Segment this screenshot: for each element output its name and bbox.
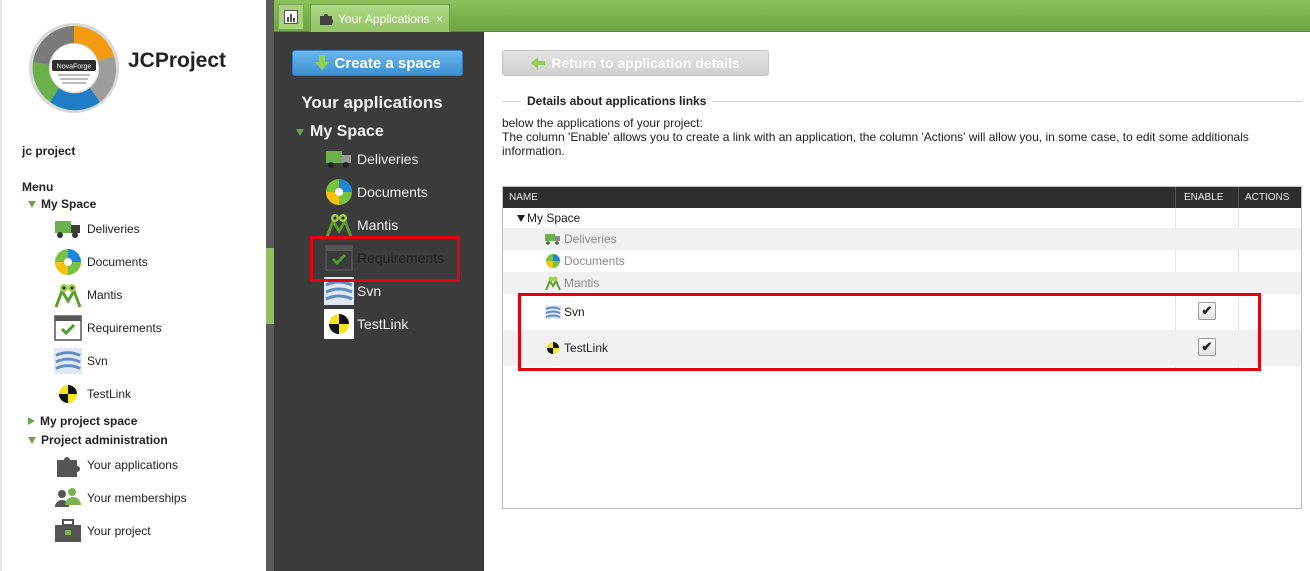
app-item-deliveries[interactable]: Deliveries — [324, 144, 418, 174]
flower-icon — [324, 177, 354, 207]
return-button-label: Return to application details — [551, 55, 740, 71]
app-item-label: TestLink — [357, 316, 409, 332]
sidebar-group-project-administration[interactable]: Project administration — [28, 433, 168, 447]
create-space-button[interactable]: Create a space — [292, 50, 463, 76]
logo-center-text: NovaForge — [57, 64, 92, 71]
sidebar-item-your-project[interactable]: Your project — [54, 516, 151, 546]
table-row[interactable]: Deliveries — [503, 228, 1301, 250]
expand-triangle-icon — [517, 214, 525, 222]
sidebar-item-mantis[interactable]: Mantis — [54, 280, 122, 310]
app-item-label: Svn — [357, 283, 382, 299]
row-name: Deliveries — [564, 232, 617, 246]
sidebar-group-label: Project administration — [41, 433, 168, 447]
sidebar-item-your-applications[interactable]: Your applications — [54, 450, 178, 480]
requirements-highlight-box — [310, 236, 460, 282]
sidebar-item-label: TestLink — [87, 387, 132, 401]
grid-header: NAME ENABLE ACTIONS — [503, 187, 1301, 208]
sidebar-item-label: Your applications — [87, 458, 178, 472]
sidebar-item-label: Mantis — [87, 288, 123, 302]
description-line: below the applications of your project: — [502, 116, 703, 130]
tab-label: Your Applications — [338, 11, 430, 26]
row-name: Documents — [564, 254, 625, 268]
app-item-documents[interactable]: Documents — [324, 177, 428, 207]
return-to-details-button[interactable]: Return to application details — [502, 50, 769, 76]
svn-icon — [54, 347, 82, 375]
collapsed-triangle-icon — [28, 417, 35, 425]
truck-icon — [324, 144, 354, 174]
truck-icon — [545, 231, 561, 247]
group-label: My Space — [527, 211, 581, 225]
sidebar-item-testlink[interactable]: TestLink — [54, 379, 131, 409]
create-space-label: Create a space — [334, 54, 441, 72]
briefcase-icon — [54, 517, 82, 545]
app-item-label: Mantis — [357, 217, 399, 233]
grid-group-my-space[interactable]: My Space — [503, 208, 1301, 228]
column-header-enable[interactable]: ENABLE — [1184, 187, 1223, 208]
flower-icon — [54, 248, 82, 276]
tab-dashboard[interactable] — [278, 4, 304, 30]
close-icon[interactable]: × — [436, 12, 443, 26]
fieldset-legend: Details about applications links — [521, 94, 713, 108]
sidebar-group-my-space[interactable]: My Space — [28, 197, 96, 211]
expand-triangle-icon — [28, 436, 36, 444]
row-name: Mantis — [564, 276, 600, 290]
novaforge-logo[interactable]: NovaForge — [28, 22, 120, 114]
sidebar-item-requirements[interactable]: Requirements — [54, 313, 162, 343]
testlink-icon — [324, 309, 354, 339]
app-item-testlink[interactable]: TestLink — [324, 309, 408, 339]
mantis-icon — [54, 281, 82, 309]
sidebar-group-label: My Space — [41, 197, 97, 211]
project-title: JCProject — [128, 49, 227, 72]
flower-icon — [545, 253, 561, 269]
table-row[interactable]: Mantis — [503, 272, 1301, 294]
sidebar-group-my-project-space[interactable]: My project space — [28, 414, 137, 428]
tab-your-applications[interactable]: Your Applications × — [310, 4, 450, 32]
description-line: The column 'Enable' allows you to create… — [502, 130, 1249, 158]
space-label: My Space — [310, 123, 384, 140]
sidebar: NovaForge JCProject jc project Menu My S… — [0, 0, 266, 571]
arrow-left-icon — [531, 57, 546, 69]
users-icon — [54, 484, 82, 512]
space-node-my-space[interactable]: My Space — [296, 123, 384, 141]
sidebar-item-documents[interactable]: Documents — [54, 247, 148, 277]
expand-triangle-icon — [296, 128, 304, 136]
table-row[interactable]: Documents — [503, 250, 1301, 272]
sidebar-item-svn[interactable]: Svn — [54, 346, 108, 376]
arrow-down-icon — [314, 55, 329, 70]
column-header-name[interactable]: NAME — [509, 187, 538, 208]
sidebar-item-label: Documents — [87, 255, 148, 269]
testlink-icon — [54, 380, 82, 408]
menu-title: Menu — [22, 180, 54, 194]
linked-rows-highlight-box — [518, 293, 1261, 371]
sidebar-item-label: Requirements — [87, 321, 162, 335]
panel-title: Your applications — [301, 93, 443, 112]
chart-icon — [284, 10, 298, 24]
app-item-label: Deliveries — [357, 151, 419, 167]
sidebar-group-label: My project space — [40, 414, 138, 428]
checklist-icon — [54, 314, 82, 342]
sidebar-item-label: Your project — [87, 524, 151, 538]
sidebar-item-deliveries[interactable]: Deliveries — [54, 214, 140, 244]
puzzle-icon — [320, 13, 333, 25]
sidebar-item-label: Svn — [87, 354, 108, 368]
mantis-icon — [545, 275, 561, 291]
tab-bar: Your Applications × — [274, 0, 1310, 32]
app-item-label: Documents — [357, 184, 428, 200]
sidebar-item-label: Your memberships — [87, 491, 187, 505]
truck-icon — [54, 215, 82, 243]
puzzle-icon — [54, 451, 82, 479]
sidebar-item-your-memberships[interactable]: Your memberships — [54, 483, 187, 513]
expand-triangle-icon — [28, 200, 36, 208]
description: below the applications of your project: … — [502, 116, 1282, 158]
applications-panel: Create a space Your applications My Spac… — [274, 32, 484, 571]
project-subtitle: jc project — [22, 144, 76, 158]
sidebar-item-label: Deliveries — [87, 222, 140, 236]
splitter-handle[interactable] — [266, 248, 274, 324]
column-header-actions[interactable]: ACTIONS — [1245, 187, 1289, 208]
